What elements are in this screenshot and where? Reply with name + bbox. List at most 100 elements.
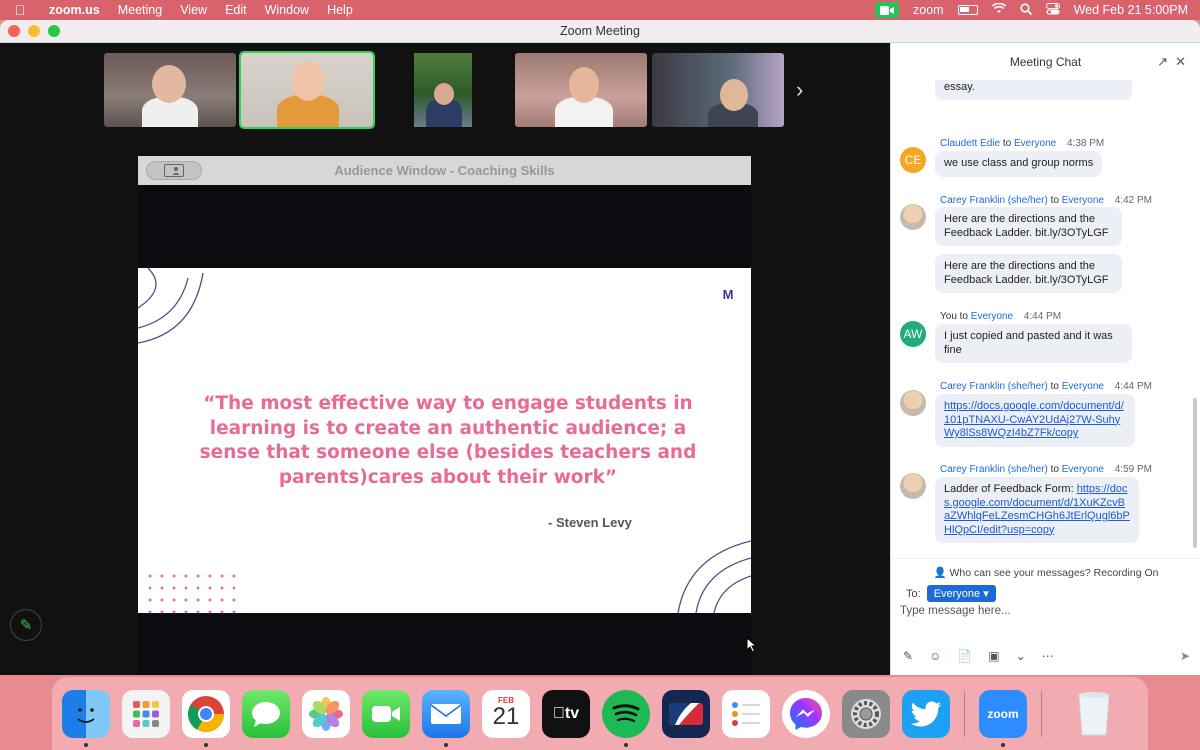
chat-message-bubble[interactable]: we use class and group norms xyxy=(935,151,1103,177)
menu-meeting[interactable]: Meeting xyxy=(109,3,171,17)
avatar xyxy=(900,473,926,499)
decorative-waves-bottom-right xyxy=(677,540,751,613)
twitter-icon[interactable] xyxy=(902,689,950,738)
to-word: to xyxy=(1050,464,1059,475)
participant-video-3[interactable] xyxy=(378,53,510,127)
reminders-icon[interactable] xyxy=(722,689,770,738)
menu-datetime[interactable]: Wed Feb 21 5:00PM xyxy=(1074,3,1188,17)
participant-video-2-active[interactable] xyxy=(239,51,375,129)
control-center-icon[interactable] xyxy=(1045,2,1060,18)
zoom-icon[interactable]: zoom xyxy=(979,689,1027,747)
chat-message-bubble[interactable]: Ladder of Feedback Form: https://docs.go… xyxy=(935,477,1139,543)
search-icon[interactable] xyxy=(1019,2,1032,18)
participant-video-5[interactable] xyxy=(652,53,784,127)
sender-name: You xyxy=(940,311,957,322)
emoji-icon[interactable]: ☺ xyxy=(929,649,941,663)
camera-status-icon[interactable] xyxy=(875,2,899,18)
avatar xyxy=(900,204,926,230)
menu-edit[interactable]: Edit xyxy=(216,3,256,17)
recipient-dropdown[interactable]: Everyone ▾ xyxy=(926,585,996,602)
chat-message-bubble[interactable]: essay. xyxy=(935,80,1132,100)
mail-icon[interactable] xyxy=(422,689,470,747)
wifi-icon[interactable] xyxy=(991,2,1006,17)
chat-message-bubble[interactable]: Here are the directions and the Feedback… xyxy=(935,254,1122,293)
participant-strip xyxy=(104,51,784,129)
chat-messages: essay. CE Claudett Edie to Everyone 4:38… xyxy=(891,80,1191,550)
to-word: to xyxy=(959,311,968,322)
recipient-value: Everyone xyxy=(933,588,981,600)
recipient-name[interactable]: Everyone xyxy=(1062,195,1104,206)
sender-name[interactable]: Claudett Edie xyxy=(940,138,1000,149)
file-icon[interactable]: 📄 xyxy=(957,649,972,663)
view-options-button[interactable] xyxy=(146,161,202,180)
dock-separator xyxy=(1041,690,1042,737)
participant-video-1[interactable] xyxy=(104,53,236,127)
recipient-name[interactable]: Everyone xyxy=(1062,381,1104,392)
mouse-cursor-icon xyxy=(746,636,758,656)
finder-icon[interactable] xyxy=(62,689,110,747)
close-icon[interactable]: ✕ xyxy=(1175,54,1186,70)
dock: FEB 21 tv zoom xyxy=(52,677,1148,750)
docs-link[interactable]: https://docs.google.com/document/d/101pT… xyxy=(944,400,1124,439)
visibility-note[interactable]: 👤 Who can see your messages? Recording O… xyxy=(891,558,1200,579)
mlb-icon[interactable] xyxy=(662,689,710,738)
recipient-name[interactable]: Everyone xyxy=(971,311,1013,322)
next-participants-arrow-icon[interactable]: › xyxy=(796,77,803,103)
recipient-name[interactable]: Everyone xyxy=(1014,138,1056,149)
to-label: To: xyxy=(906,587,921,600)
minimize-window-button[interactable] xyxy=(28,25,40,37)
facetime-icon[interactable] xyxy=(362,689,410,738)
screenshot-icon[interactable]: ▣ xyxy=(988,649,999,663)
menu-window[interactable]: Window xyxy=(256,3,318,17)
meeting-chat-panel: Meeting Chat ↗ ✕ essay. CE Claudett Edie… xyxy=(890,43,1200,675)
zoom-window: Zoom Meeting › Audience Window - Coachin… xyxy=(0,20,1200,675)
avatar: CE xyxy=(900,147,926,173)
menu-bar:  zoom.us Meeting View Edit Window Help … xyxy=(0,0,1200,20)
appletv-icon[interactable]: tv xyxy=(542,689,590,738)
participant-video-4[interactable] xyxy=(515,53,647,127)
recipient-name[interactable]: Everyone xyxy=(1062,464,1104,475)
messages-icon[interactable] xyxy=(242,689,290,738)
more-icon[interactable]: ⋯ xyxy=(988,548,1000,550)
close-window-button[interactable] xyxy=(8,25,20,37)
zoom-window-button[interactable] xyxy=(48,25,60,37)
shared-window-title: Audience Window - Coaching Skills xyxy=(334,163,555,178)
send-icon[interactable]: ➤ xyxy=(1180,649,1190,663)
message-meta: Claudett Edie to Everyone 4:38 PM xyxy=(940,138,1104,149)
chat-message-bubble[interactable]: https://docs.google.com/document/d/101pT… xyxy=(935,394,1135,447)
message-input[interactable] xyxy=(900,605,1190,617)
chrome-icon[interactable] xyxy=(182,689,230,747)
sender-name[interactable]: Carey Franklin (she/her) xyxy=(940,381,1048,392)
format-icon[interactable]: ✎ xyxy=(903,649,913,663)
status-app-label[interactable]: zoom xyxy=(913,3,944,17)
menu-view[interactable]: View xyxy=(171,3,216,17)
message-time: 4:42 PM xyxy=(1114,195,1152,206)
sender-name[interactable]: Carey Franklin (she/her) xyxy=(940,195,1048,206)
message-time: 4:59 PM xyxy=(1114,464,1152,475)
launchpad-icon[interactable] xyxy=(122,689,170,738)
decorative-dots xyxy=(144,570,244,614)
trash-icon[interactable] xyxy=(1070,690,1118,738)
pop-out-icon[interactable]: ↗ xyxy=(1157,54,1168,70)
annotate-pencil-icon[interactable]: ✎ xyxy=(10,609,42,641)
chat-message-bubble[interactable]: Here are the directions and the Feedback… xyxy=(935,207,1122,246)
system-preferences-icon[interactable] xyxy=(842,689,890,738)
recipient-row: To: Everyone ▾ xyxy=(906,585,996,602)
battery-icon[interactable] xyxy=(957,5,978,15)
spotify-icon[interactable] xyxy=(602,689,650,747)
chat-message-bubble[interactable]: I just copied and pasted and it was fine xyxy=(935,324,1132,363)
sender-name[interactable]: Carey Franklin (she/her) xyxy=(940,464,1048,475)
messenger-icon[interactable] xyxy=(782,689,830,738)
emoji-react-icon[interactable]: ☺ xyxy=(965,548,977,550)
reply-icon[interactable]: 🗨 xyxy=(940,548,955,550)
zoom-label: zoom xyxy=(987,706,1019,721)
calendar-icon[interactable]: FEB 21 xyxy=(482,689,530,738)
photos-icon[interactable] xyxy=(302,689,350,738)
chat-scrollbar[interactable] xyxy=(1193,398,1197,548)
menu-app-name[interactable]: zoom.us xyxy=(40,3,109,17)
chevron-down-icon[interactable]: ⌄ xyxy=(1016,649,1026,663)
menu-help[interactable]: Help xyxy=(318,3,362,17)
visibility-note-text: Who can see your messages? Recording On xyxy=(949,567,1159,579)
apple-icon[interactable]:  xyxy=(0,2,40,18)
more-options-icon[interactable]: ⋯ xyxy=(1042,649,1054,663)
